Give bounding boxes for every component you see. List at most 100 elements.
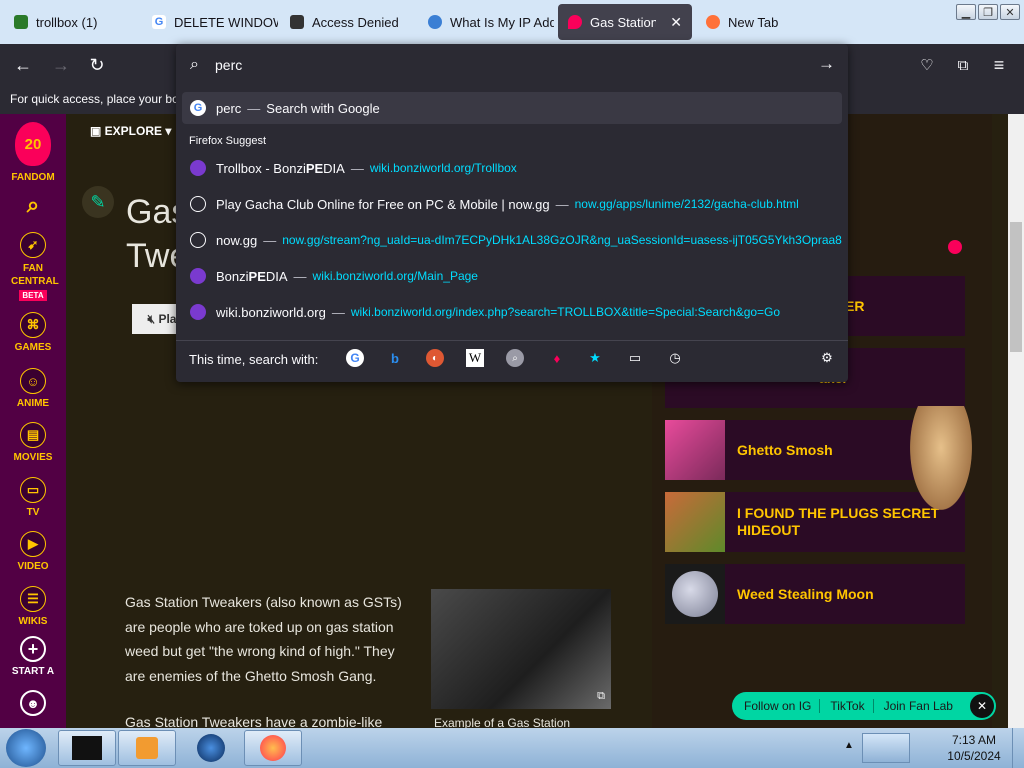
bookmarks-star-icon[interactable]: ★ — [586, 349, 604, 367]
edit-pencil-icon[interactable]: ✎ — [82, 186, 114, 218]
rail-account[interactable]: ☻ — [0, 690, 66, 720]
video-icon: ▶ — [20, 531, 46, 557]
fandom-logo[interactable]: 20 FANDOM — [0, 122, 66, 183]
bing-engine-icon[interactable]: b — [386, 349, 404, 367]
tab-what-is-my-ip[interactable]: What Is My IP Add — [418, 4, 554, 40]
rail-video[interactable]: ▶ VIDEO — [0, 531, 66, 572]
explore-label: EXPLORE — [104, 124, 163, 138]
trending-card[interactable]: Weed Stealing Moon — [665, 564, 965, 624]
taskbar-app-console[interactable] — [58, 730, 116, 766]
start-button[interactable] — [6, 729, 46, 767]
search-icon: ⌕ — [26, 192, 40, 217]
social-follow-bar: Follow on IG TikTok Join Fan Lab ✕ — [732, 692, 996, 720]
tab-strip: trollbox (1) G DELETE WINDOW Access Deni… — [0, 0, 1024, 44]
bonzi-icon — [190, 160, 206, 176]
restore-button[interactable]: ❐ — [978, 4, 998, 20]
back-icon[interactable]: ← — [10, 52, 36, 78]
globe-icon — [190, 196, 206, 212]
explore-menu[interactable]: ▣ EXPLORE ▾ — [90, 124, 171, 138]
tab-trollbox[interactable]: trollbox (1) — [4, 4, 140, 40]
suggestion-row[interactable]: now.gg — now.gg/stream?ng_uaId=ua-dIm7EC… — [182, 224, 842, 256]
rail-search[interactable]: ⌕ — [0, 192, 66, 218]
tab-new-tab[interactable]: New Tab — [696, 4, 832, 40]
rail-games[interactable]: ⌘ GAMES — [0, 312, 66, 353]
tiktok-link[interactable]: TikTok — [830, 699, 874, 713]
rail-tv[interactable]: ▭ TV — [0, 477, 66, 518]
forward-icon[interactable]: → — [48, 52, 74, 78]
taskbar-app-firefox[interactable] — [244, 730, 302, 766]
globe-icon — [428, 15, 442, 29]
join-fan-lab-link[interactable]: Join Fan Lab — [884, 699, 961, 713]
card-thumbnail — [665, 564, 725, 624]
wikipedia-engine-icon[interactable]: W — [466, 349, 484, 367]
search-with-label: This time, search with: — [189, 352, 319, 367]
tab-delete-window[interactable]: G DELETE WINDOW — [142, 4, 278, 40]
suggestion-title: wiki.bonziworld.org — [216, 304, 326, 320]
separator-dash: — — [555, 196, 569, 212]
suggestion-title-rest: DIA — [323, 160, 345, 176]
go-arrow-icon[interactable]: → — [818, 54, 835, 74]
browser-globe-icon — [197, 734, 225, 762]
follow-ig-link[interactable]: Follow on IG — [744, 699, 821, 713]
tray-expand-icon[interactable]: ▲ — [844, 740, 854, 751]
suggestion-title: Trollbox - Bonzi — [216, 160, 306, 176]
suggestion-row[interactable]: wiki.bonziworld.org — wiki.bonziworld.or… — [182, 296, 842, 328]
bonzi-dog-overlay[interactable] — [910, 406, 972, 510]
rail-movies[interactable]: ▤ MOVIES — [0, 422, 66, 463]
suggestion-title-rest: DIA — [265, 268, 288, 284]
extensions-icon[interactable]: ⧉ — [950, 52, 976, 78]
tab-title: trollbox (1) — [36, 14, 98, 30]
minimize-button[interactable]: ▁ — [956, 4, 976, 20]
menu-icon[interactable]: ≡ — [986, 52, 1012, 78]
expand-icon[interactable]: ⧉ — [597, 690, 605, 703]
suggestion-row[interactable]: Trollbox - Bonzi PE DIA — wiki.bonziworld.… — [182, 152, 842, 184]
card-title: I FOUND THE PLUGS SECRET HIDEOUT — [737, 505, 940, 538]
play-label: Pla — [158, 312, 177, 326]
search-settings-gear-icon[interactable]: ⚙ — [818, 349, 836, 367]
taskbar-app-media[interactable] — [118, 730, 176, 766]
suggestion-url: now.gg/apps/lunime/2132/gacha-club.html — [574, 197, 799, 211]
suggestion-row[interactable]: Bonzi PE DIA — wiki.bonziworld.org/Main_Pa… — [182, 260, 842, 292]
plus-icon: + — [20, 636, 46, 662]
tabs-icon[interactable]: ▭ — [626, 349, 644, 367]
suggestion-row[interactable]: Play Gacha Club Online for Free on PC & … — [182, 188, 842, 220]
rail-label: ANIME — [16, 398, 50, 409]
rail-anime[interactable]: ☺ ANIME — [0, 368, 66, 409]
separator-dash: — — [350, 160, 364, 176]
duckduckgo-engine-icon[interactable]: ◐ — [426, 349, 444, 367]
close-icon[interactable]: ✕ — [970, 694, 994, 718]
suggestion-title-match: PE — [248, 268, 266, 284]
close-tab-icon[interactable]: ✕ — [670, 14, 682, 31]
suggestion-search-google[interactable]: G perc — Search with Google — [182, 92, 842, 124]
suggestion-url: wiki.bonziworld.org/Trollbox — [369, 161, 517, 175]
firefox-icon — [260, 735, 286, 761]
show-desktop-button[interactable] — [1012, 728, 1024, 768]
pocket-icon[interactable]: ♡ — [914, 52, 940, 78]
google-engine-icon[interactable]: G — [346, 349, 364, 367]
tab-gas-station[interactable]: Gas Station Twe ✕ — [558, 4, 692, 40]
book-icon: ☰ — [20, 586, 46, 612]
suggestion-url: now.gg/stream?ng_uaId=ua-dIm7ECPyDHk1AL3… — [282, 233, 842, 247]
console-icon — [72, 736, 102, 760]
page-scrollbar[interactable] — [1008, 114, 1024, 728]
rail-wikis[interactable]: ☰ WIKIS — [0, 586, 66, 627]
close-window-button[interactable]: ✕ — [1000, 4, 1020, 20]
shield-icon — [290, 15, 304, 29]
fandom-engine-icon[interactable]: ♦ — [548, 349, 566, 367]
taskbar-app-ie[interactable] — [182, 730, 240, 766]
tab-title: Gas Station Twe — [590, 14, 657, 30]
rail-start-a-wiki[interactable]: + START A — [0, 636, 66, 677]
url-input[interactable]: perc — [215, 57, 242, 73]
tweaker-image[interactable]: ⧉ — [431, 589, 611, 709]
system-clock[interactable]: 7:13 AM 10/5/2024 — [942, 732, 1006, 764]
bonzi-icon — [190, 304, 206, 320]
reload-icon[interactable]: ↻ — [84, 52, 110, 78]
history-clock-icon[interactable]: ◷ — [666, 349, 684, 367]
search-engine-icon[interactable]: ⌕ — [506, 349, 524, 367]
url-input-field[interactable]: ⌕ perc → — [176, 44, 848, 86]
tab-access-denied[interactable]: Access Denied — [280, 4, 416, 40]
tray-network-icon[interactable] — [862, 733, 910, 763]
scrollbar-thumb[interactable] — [1010, 222, 1022, 352]
suggestion-query: perc — [216, 100, 242, 116]
rail-fan-central[interactable]: ➹ FAN CENTRAL BETA — [0, 232, 66, 301]
